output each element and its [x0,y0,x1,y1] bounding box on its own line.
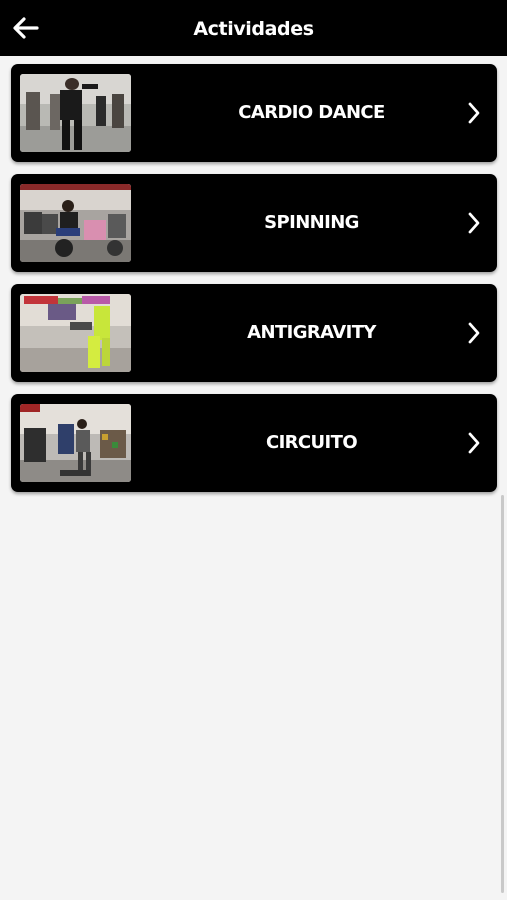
activity-card-circuito[interactable]: CIRCUITO [11,394,497,492]
activities-list: CARDIO DANCE SPINNING ANTIGRAVITY CIRCUI… [11,64,497,504]
activity-label: CARDIO DANCE [238,102,385,123]
top-app-bar: Actividades [0,0,507,56]
chevron-right-icon [468,102,480,124]
chevron-right-icon [468,322,480,344]
activity-card-spinning[interactable]: SPINNING [11,174,497,272]
activity-label: SPINNING [264,212,359,233]
spinning-photo [20,184,131,262]
activity-label: CIRCUITO [265,432,358,453]
scrollbar[interactable] [501,495,504,893]
activity-card-antigravity[interactable]: ANTIGRAVITY [11,284,497,382]
circuito-photo [20,404,131,482]
antigravity-photo [20,294,131,372]
activity-label: ANTIGRAVITY [247,322,376,343]
chevron-right-icon [468,212,480,234]
chevron-right-icon [468,432,480,454]
page-title: Actividades [193,18,314,40]
activity-card-cardio-dance[interactable]: CARDIO DANCE [11,64,497,162]
cardio-dance-photo [20,74,131,152]
